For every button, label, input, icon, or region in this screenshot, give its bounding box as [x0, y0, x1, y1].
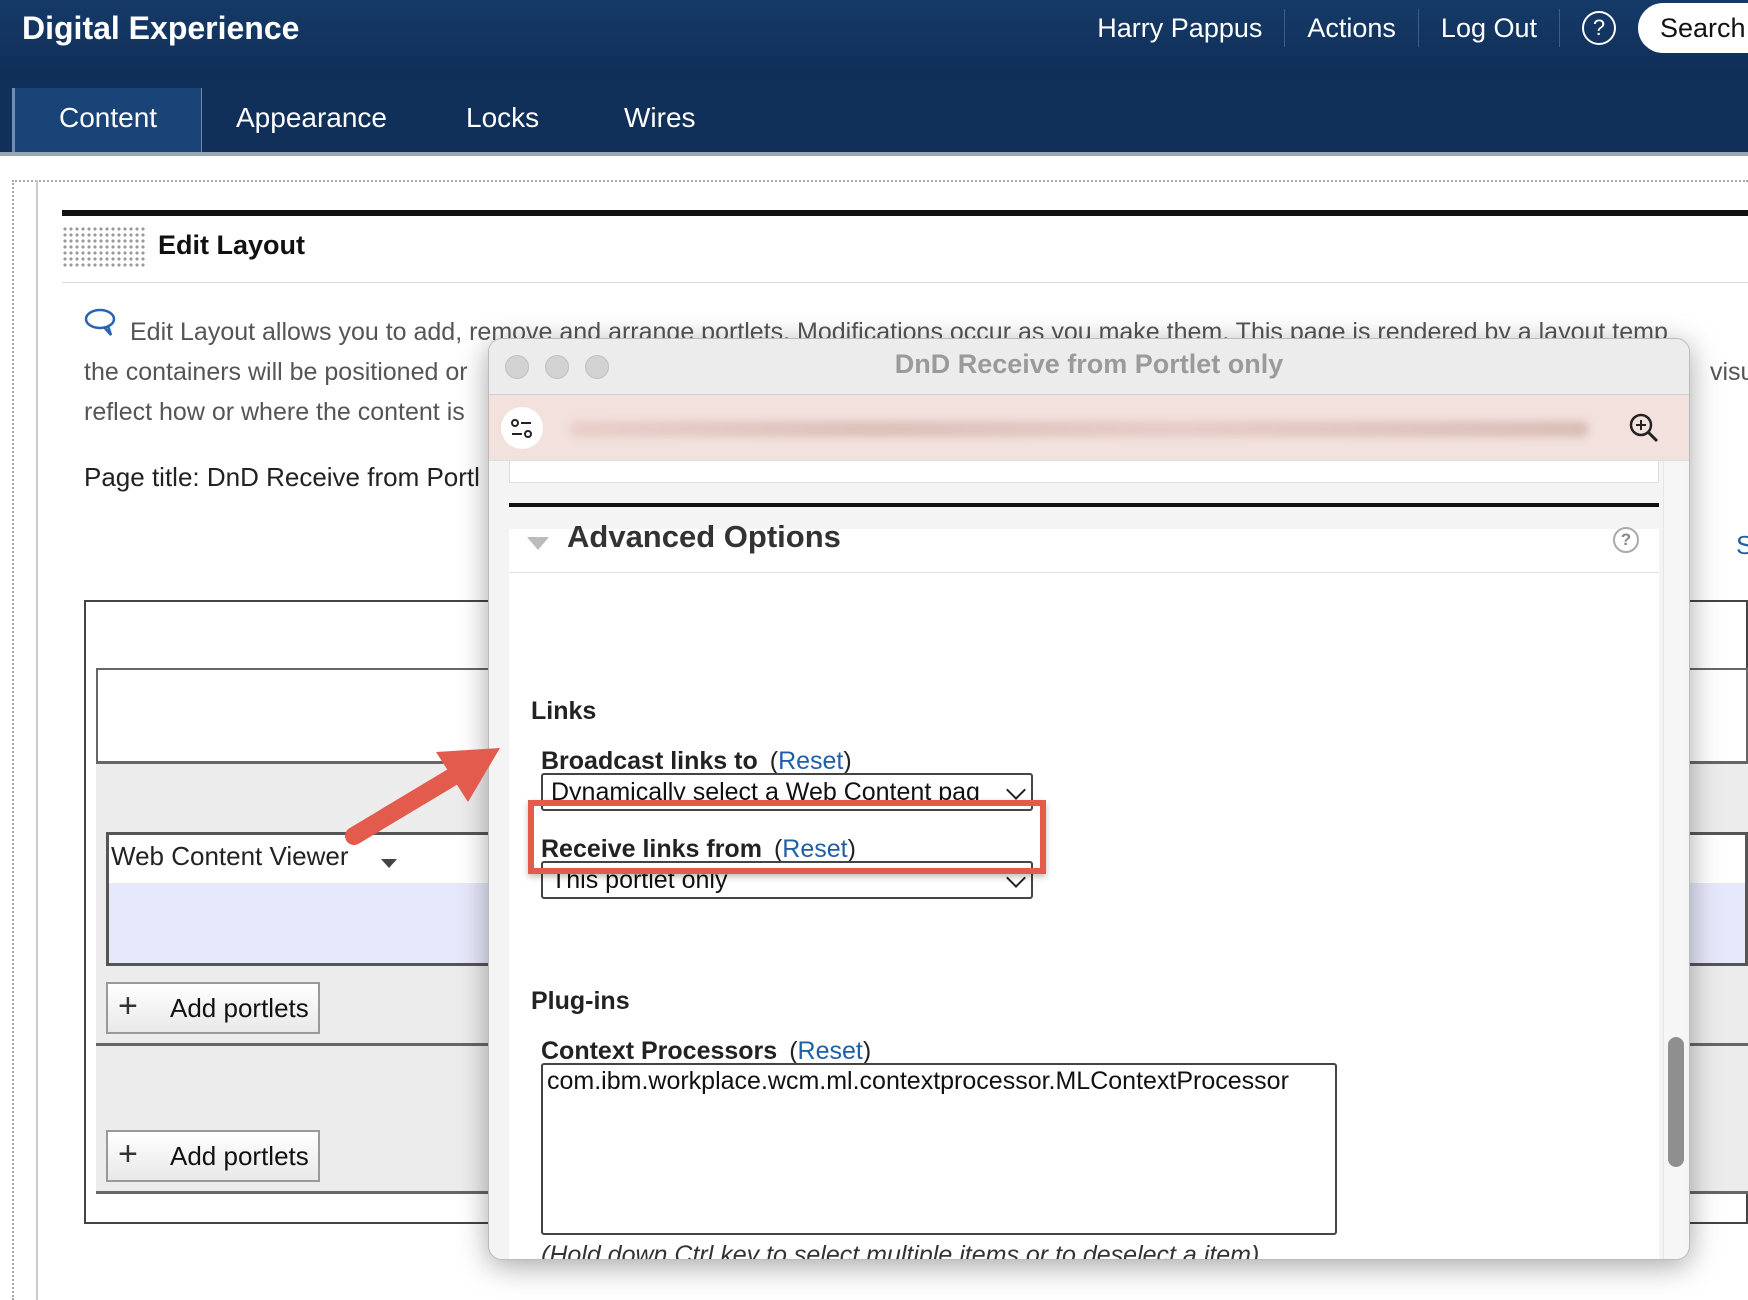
broadcast-links-label: Broadcast links to (Reset)	[541, 747, 852, 775]
broadcast-links-label-text: Broadcast links to	[541, 747, 758, 775]
sliders-icon[interactable]	[501, 407, 543, 449]
description-line-2-tail: visua	[1710, 358, 1748, 386]
tab-content[interactable]: Content	[12, 88, 203, 152]
tab-locks[interactable]: Locks	[422, 88, 583, 152]
add-portlets-button[interactable]: + Add portlets	[106, 982, 320, 1034]
browser-window: DnD Receive from Portlet only Advanced O…	[488, 338, 1690, 1260]
header-links: Harry Pappus Actions Log Out ? Search	[1075, 0, 1748, 56]
right-edge-link[interactable]: S	[1736, 530, 1748, 561]
annotation-arrow-icon	[345, 748, 500, 845]
context-processors-label: Context Processors (Reset)	[541, 1037, 872, 1065]
drag-grip-icon[interactable]	[62, 226, 146, 268]
add-portlets-label: Add portlets	[170, 993, 309, 1023]
add-portlets-button[interactable]: + Add portlets	[106, 1130, 320, 1182]
broadcast-reset-link[interactable]: Reset	[778, 747, 843, 775]
actions-menu[interactable]: Actions	[1285, 9, 1419, 47]
frame-border-left	[12, 180, 38, 1300]
add-portlets-label: Add portlets	[170, 1141, 309, 1171]
links-heading: Links	[531, 697, 597, 725]
zoom-in-icon[interactable]	[1627, 411, 1661, 445]
tab-wires[interactable]: Wires	[580, 88, 740, 152]
top-header: Digital Experience Harry Pappus Actions …	[0, 0, 1748, 78]
blurred-address-bar	[569, 421, 1589, 437]
window-title: DnD Receive from Portlet only	[894, 349, 1284, 379]
help-icon[interactable]: ?	[1582, 11, 1616, 45]
help-icon[interactable]: ?	[1613, 527, 1639, 553]
description-line-2-text: the containers will be positioned or	[84, 358, 468, 386]
caret-down-icon[interactable]	[381, 859, 397, 868]
previous-section-edge	[509, 461, 1659, 483]
brand-title: Digital Experience	[22, 10, 300, 46]
portlet-title: Web Content Viewer	[111, 841, 349, 871]
plugins-heading: Plug-ins	[531, 987, 630, 1015]
tab-bar: Content Appearance Locks Wires	[0, 78, 1748, 156]
logout-link[interactable]: Log Out	[1419, 9, 1560, 47]
plus-icon: +	[118, 1135, 138, 1173]
window-toolbar	[489, 395, 1689, 461]
page-title: Page title: DnD Receive from Portl	[84, 462, 480, 492]
context-reset-link[interactable]: Reset	[798, 1037, 863, 1065]
vertical-scrollbar[interactable]	[1663, 461, 1687, 1259]
window-titlebar: DnD Receive from Portlet only	[489, 339, 1689, 395]
multi-select-hint: (Hold down Ctrl key to select multiple i…	[541, 1241, 1260, 1260]
section-rule	[62, 210, 1748, 216]
annotation-highlight-box	[528, 800, 1046, 874]
tab-appearance[interactable]: Appearance	[192, 88, 431, 152]
divider	[62, 282, 1748, 283]
list-item[interactable]: com.ibm.workplace.wcm.ml.contextprocesso…	[547, 1067, 1331, 1096]
user-name-link[interactable]: Harry Pappus	[1075, 9, 1286, 47]
scrollbar-thumb[interactable]	[1668, 1037, 1684, 1167]
edit-layout-title: Edit Layout	[158, 230, 305, 260]
advanced-options-title: Advanced Options	[567, 519, 841, 554]
context-processors-label-text: Context Processors	[541, 1037, 778, 1065]
collapse-triangle-icon[interactable]	[527, 537, 549, 550]
plus-icon: +	[118, 987, 138, 1025]
search-input[interactable]: Search	[1638, 3, 1748, 53]
chevron-down-icon	[1006, 780, 1026, 800]
frame-border-top	[12, 180, 1748, 190]
context-processors-listbox[interactable]: com.ibm.workplace.wcm.ml.contextprocesso…	[541, 1063, 1337, 1235]
advanced-options-header[interactable]: Advanced Options ?	[509, 507, 1659, 573]
